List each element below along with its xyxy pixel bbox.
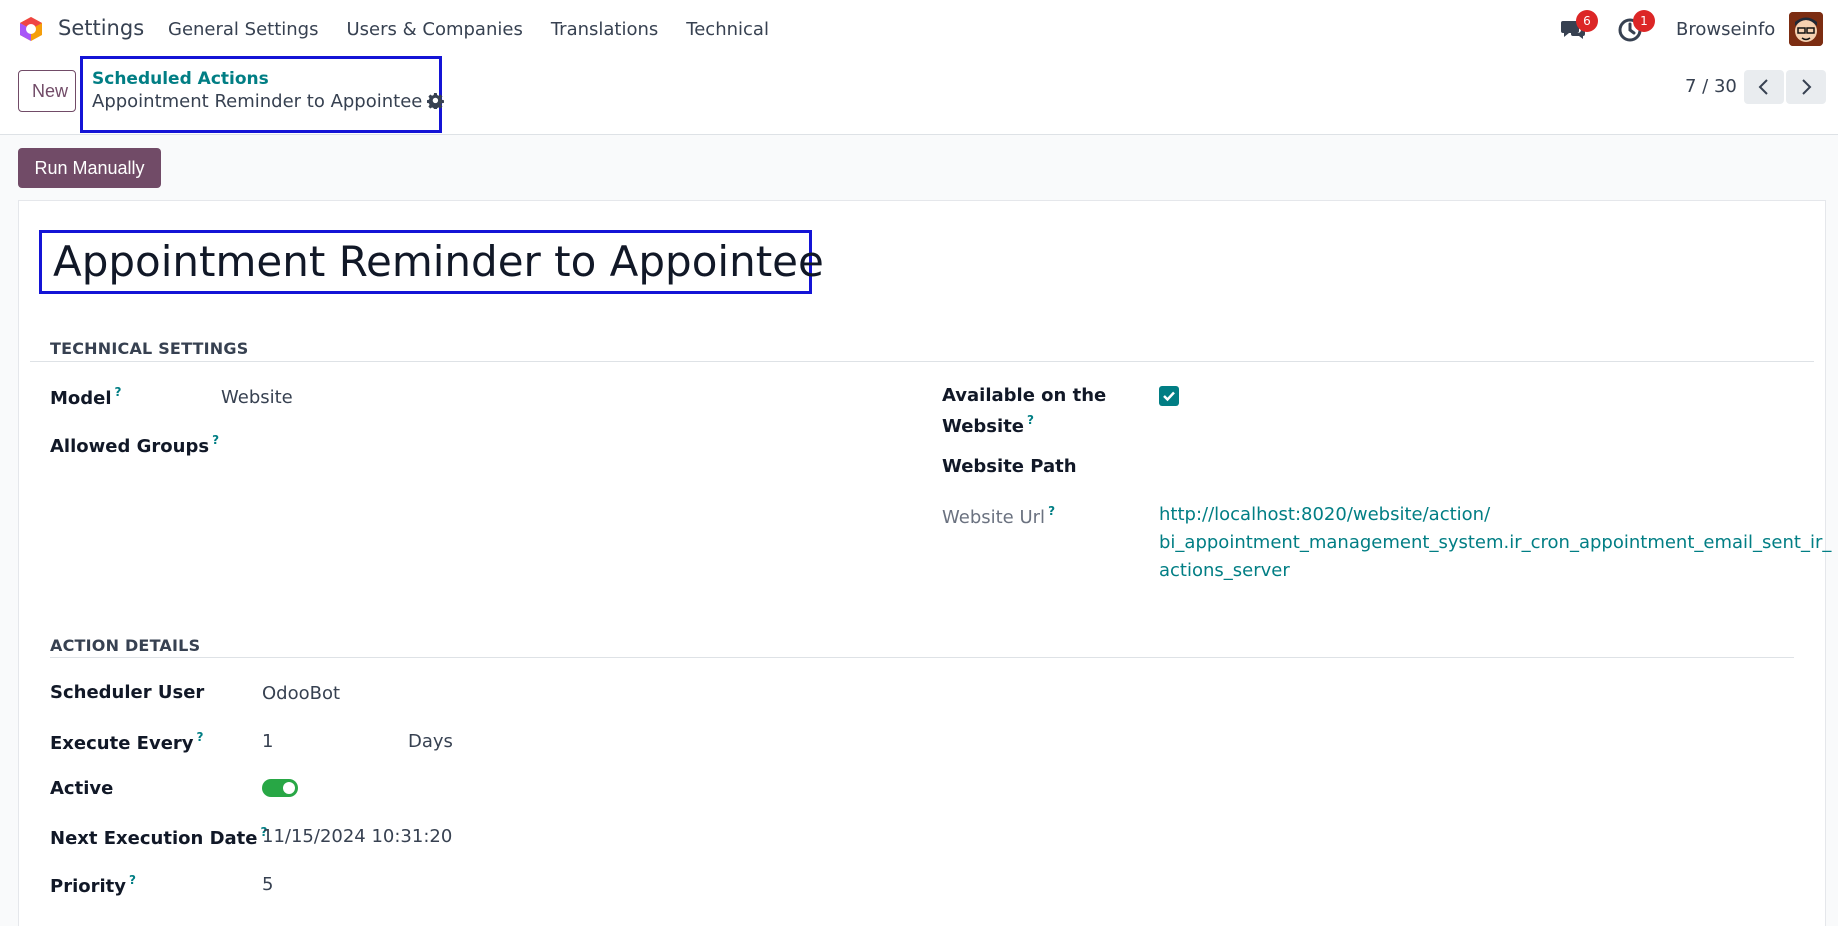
model-value[interactable]: Website — [221, 387, 293, 408]
allowed-groups-label: Allowed Groups? — [50, 433, 219, 457]
action-details-heading: ACTION DETAILS — [50, 636, 201, 655]
main-menu: General Settings Users & Companies Trans… — [168, 19, 797, 40]
breadcrumb-current-label: Appointment Reminder to Appointee — [92, 91, 423, 112]
execute-every-help-icon[interactable]: ? — [197, 730, 204, 744]
website-url-link[interactable]: http://localhost:8020/website/action/ bi… — [1159, 501, 1831, 585]
technical-settings-divider — [30, 361, 1814, 362]
website-url-line1[interactable]: http://localhost:8020/website/action/ — [1159, 504, 1490, 525]
breadcrumb: Scheduled Actions Appointment Reminder t… — [80, 56, 445, 133]
active-label: Active — [50, 778, 114, 799]
next-execution-value[interactable]: 11/15/2024 10:31:20 — [262, 826, 452, 847]
priority-value[interactable]: 5 — [262, 874, 273, 895]
pager-value[interactable]: 7 / 30 — [1685, 76, 1737, 97]
execute-every-label-text: Execute Every — [50, 733, 194, 754]
pager-next-button[interactable] — [1786, 70, 1826, 104]
avatar[interactable] — [1789, 12, 1823, 46]
breadcrumb-current: Appointment Reminder to Appointee — [92, 91, 445, 112]
run-manually-button[interactable]: Run Manually — [18, 148, 161, 188]
website-url-help-icon[interactable]: ? — [1048, 504, 1055, 518]
messages-badge: 6 — [1576, 10, 1598, 32]
top-navbar: Settings General Settings Users & Compan… — [0, 0, 1838, 58]
priority-label: Priority? — [50, 873, 136, 897]
menu-translations[interactable]: Translations — [551, 19, 658, 40]
active-toggle[interactable] — [262, 779, 298, 797]
website-url-line2[interactable]: bi_appointment_management_system.ir_cron… — [1159, 532, 1831, 553]
execute-every-number[interactable]: 1 — [262, 731, 273, 752]
record-title-field[interactable]: Appointment Reminder to Appointee — [39, 230, 824, 294]
available-on-website-help-icon[interactable]: ? — [1027, 413, 1034, 427]
next-execution-label: Next Execution Date? — [50, 825, 267, 849]
action-details-divider — [50, 657, 1794, 658]
priority-help-icon[interactable]: ? — [129, 873, 136, 887]
website-path-label: Website Path — [942, 456, 1077, 477]
priority-label-text: Priority — [50, 876, 126, 897]
pager-previous-button[interactable] — [1744, 70, 1784, 104]
model-label: Model? — [50, 385, 122, 409]
activities-badge: 1 — [1633, 10, 1655, 32]
execute-every-label: Execute Every? — [50, 730, 204, 754]
available-on-website-label-line1: Available on the — [942, 385, 1107, 406]
scheduler-user-value[interactable]: OdooBot — [262, 683, 340, 704]
available-on-website-label-text: Website — [942, 416, 1025, 437]
execute-every-unit[interactable]: Days — [408, 731, 453, 752]
website-url-label: Website Url? — [942, 504, 1055, 528]
menu-technical[interactable]: Technical — [686, 19, 769, 40]
next-execution-label-text: Next Execution Date — [50, 828, 258, 849]
check-icon — [1159, 391, 1179, 410]
odoo-logo-icon[interactable] — [17, 15, 45, 43]
app-name[interactable]: Settings — [58, 16, 144, 40]
technical-settings-heading: TECHNICAL SETTINGS — [50, 339, 249, 358]
website-url-label-text: Website Url — [942, 507, 1046, 528]
toggle-knob — [283, 782, 295, 794]
allowed-groups-help-icon[interactable]: ? — [212, 433, 219, 447]
scheduler-user-label: Scheduler User — [50, 682, 205, 703]
available-on-website-checkbox[interactable] — [1159, 386, 1179, 406]
new-button[interactable]: New — [18, 70, 76, 112]
menu-users-companies[interactable]: Users & Companies — [347, 19, 523, 40]
model-label-text: Model — [50, 388, 112, 409]
control-panel: New Scheduled Actions Appointment Remind… — [0, 56, 1838, 135]
available-on-website-label-line2: Website? — [942, 413, 1034, 437]
menu-general-settings[interactable]: General Settings — [168, 19, 319, 40]
model-help-icon[interactable]: ? — [115, 385, 122, 399]
gear-icon[interactable] — [427, 92, 445, 111]
website-url-line3[interactable]: actions_server — [1159, 560, 1290, 581]
record-title[interactable]: Appointment Reminder to Appointee — [53, 237, 824, 286]
breadcrumb-parent-link[interactable]: Scheduled Actions — [92, 69, 269, 89]
user-name[interactable]: Browseinfo — [1676, 19, 1775, 40]
allowed-groups-label-text: Allowed Groups — [50, 436, 210, 457]
